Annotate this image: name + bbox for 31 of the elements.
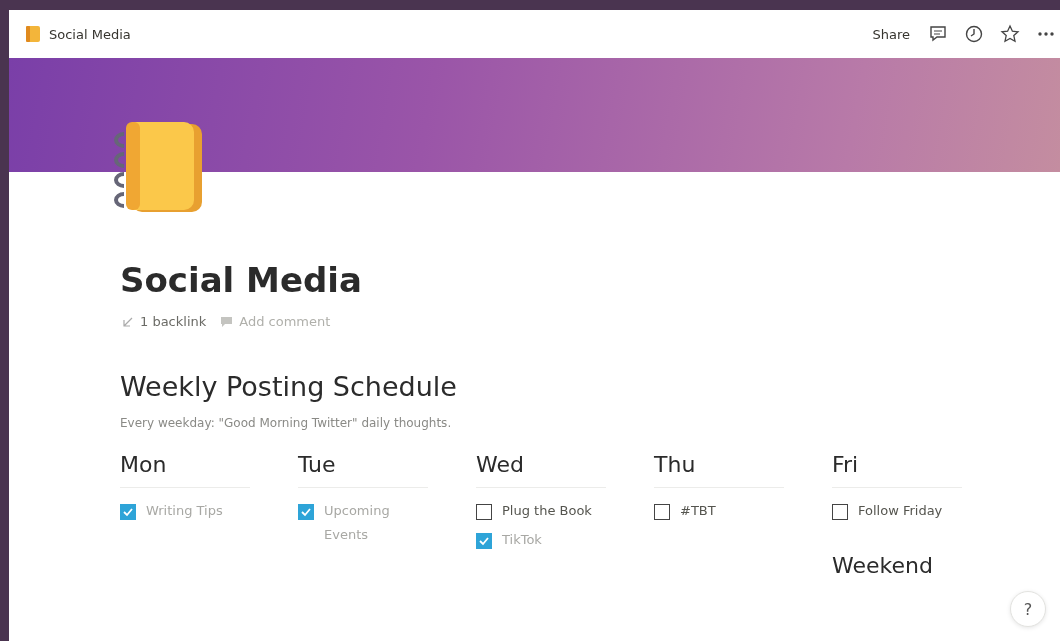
day-heading: Thu [654, 452, 784, 488]
task-label: Upcoming Events [324, 502, 391, 544]
checkbox[interactable] [120, 504, 136, 520]
backlink-arrow-icon [122, 315, 134, 328]
page-title: Social Media [49, 26, 132, 42]
comment-icon [220, 315, 234, 328]
task-label: Writing Tips [146, 502, 223, 520]
section-note: Every weekday: "Good Morning Twitter" daily thoughts. [120, 416, 453, 430]
checkbox[interactable] [476, 504, 492, 520]
day-heading: Tue [298, 452, 428, 488]
comment-icon[interactable] [928, 24, 948, 44]
checkbox[interactable] [832, 504, 848, 520]
page-heading: Social Media [120, 260, 363, 300]
backlink-link[interactable]: 1 backlink [140, 314, 207, 329]
task-label: Follow Friday [858, 502, 943, 520]
star-icon[interactable] [1000, 24, 1020, 44]
share-button[interactable]: Share [866, 26, 916, 42]
section-heading: Weekly Posting Schedule [120, 371, 458, 402]
notebook-icon [25, 25, 41, 43]
checkbox[interactable] [654, 504, 670, 520]
task-label: TikTok [502, 531, 542, 549]
task-label: Plug the Book [502, 502, 592, 520]
checkbox[interactable] [298, 504, 314, 520]
help-button[interactable]: ? [1010, 591, 1046, 627]
day-heading: Fri [832, 452, 962, 488]
day-heading: Wed [476, 452, 606, 488]
checkbox[interactable] [476, 533, 492, 549]
day-heading: Mon [120, 452, 250, 488]
task-label: #TBT [680, 502, 716, 520]
day-heading: Weekend [832, 553, 934, 578]
clock-icon[interactable] [964, 24, 984, 44]
